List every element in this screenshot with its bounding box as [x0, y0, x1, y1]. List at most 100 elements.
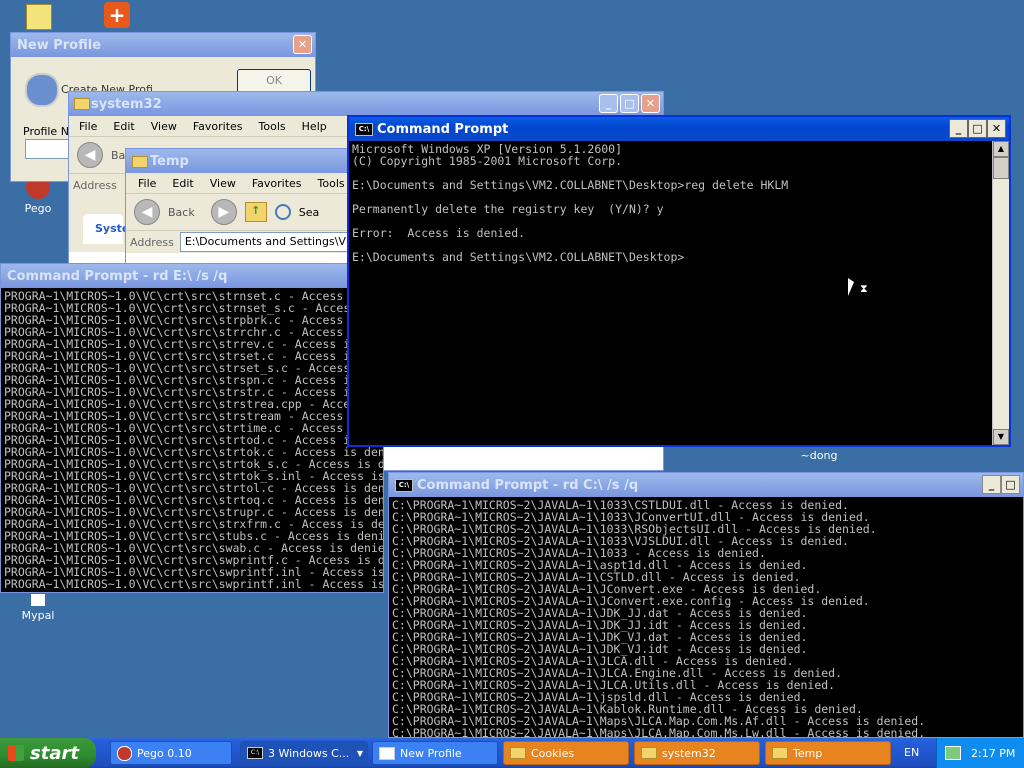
close-icon[interactable]: ✕: [641, 94, 660, 113]
address-label: Address: [73, 178, 117, 192]
desktop-icon-mypal[interactable]: Mypal: [3, 594, 73, 622]
minimize-icon[interactable]: _: [599, 94, 618, 113]
menu-tools[interactable]: Tools: [259, 120, 286, 133]
desktop-icon-label: ~dong: [800, 449, 838, 462]
scroll-up-icon[interactable]: ▲: [993, 141, 1009, 157]
maximize-icon[interactable]: □: [968, 119, 987, 138]
folder-icon: [74, 98, 90, 110]
console-line: Permanently delete the registry key (Y/N…: [352, 202, 664, 216]
minimize-icon[interactable]: _: [949, 119, 968, 138]
minimize-icon[interactable]: _: [982, 475, 1001, 494]
desktop-icon-top1[interactable]: [4, 4, 74, 33]
cmd-rd-c-output: C:\PROGRA~1\MICROS~2\JAVALA~1\1033\CSTLD…: [389, 497, 1023, 737]
desktop-icon-label: Pego: [24, 202, 52, 215]
address-input[interactable]: E:\Documents and Settings\VM: [179, 232, 364, 252]
maximize-icon[interactable]: □: [1001, 475, 1020, 494]
console-icon: C:\: [247, 747, 263, 759]
console-line: E:\Documents and Settings\VM2.COLLABNET\…: [352, 178, 789, 192]
temp-menubar: File Edit View Favorites Tools: [126, 173, 364, 194]
menu-file[interactable]: File: [79, 120, 97, 133]
taskbar-item-label: Cookies: [531, 746, 575, 760]
back-arrow-icon[interactable]: ◀: [77, 142, 103, 168]
cmd-main-window: C:\ Command Prompt _ □ ✕ Microsoft Windo…: [347, 115, 1011, 447]
console-icon: C:\: [355, 123, 373, 136]
window-title: New Profile: [17, 37, 102, 53]
taskbar: start Pego 0.10 C:\ 3 Windows C... ▼ New…: [0, 738, 1024, 768]
menu-view[interactable]: View: [210, 177, 236, 190]
ok-button[interactable]: OK: [237, 69, 311, 93]
temp-toolbar: ◀ Back ▶ ↑ Sea: [126, 194, 364, 231]
window-title: Temp: [150, 153, 189, 169]
menu-edit[interactable]: Edit: [172, 177, 193, 190]
search-icon[interactable]: [274, 204, 291, 220]
document-icon: [26, 4, 52, 30]
chevron-down-icon: ▼: [356, 748, 363, 758]
taskbar-item-pego[interactable]: Pego 0.10: [110, 741, 232, 765]
start-button[interactable]: start: [0, 738, 96, 768]
menu-edit[interactable]: Edit: [113, 120, 134, 133]
network-icon[interactable]: [945, 746, 961, 760]
taskbar-item-system32[interactable]: system32: [634, 741, 760, 765]
scroll-down-icon[interactable]: ▼: [993, 429, 1009, 445]
folder-icon: [641, 747, 657, 759]
taskbar-item-cookies[interactable]: Cookies: [503, 741, 629, 765]
close-icon[interactable]: ✕: [293, 35, 312, 54]
window-title: system32: [91, 96, 162, 112]
cmd-rd-e-output: PROGRA~1\MICROS~1.0\VC\crt\src\strnset.c…: [1, 288, 383, 592]
window-title: Command Prompt - rd E:\ /s /q: [7, 268, 228, 284]
menu-file[interactable]: File: [138, 177, 156, 190]
cmd-main-scrollbar[interactable]: ▲ ▼: [992, 141, 1009, 445]
menu-help[interactable]: Help: [302, 120, 327, 133]
desktop-icon-top2[interactable]: +: [82, 2, 152, 31]
menu-tools[interactable]: Tools: [318, 177, 345, 190]
system-tray: 2:17 PM: [936, 738, 1024, 768]
forward-arrow-icon[interactable]: ▶: [210, 199, 237, 225]
system32-titlebar[interactable]: system32 _ □ ✕: [69, 92, 663, 116]
desktop-icon-label: Mypal: [21, 609, 55, 622]
taskbar-item-new-profile[interactable]: New Profile: [372, 741, 498, 765]
menu-favorites[interactable]: Favorites: [193, 120, 243, 133]
menu-view[interactable]: View: [151, 120, 177, 133]
close-icon[interactable]: ✕: [987, 119, 1006, 138]
temp-titlebar[interactable]: Temp: [126, 149, 364, 173]
system32-task-pane: Syste: [83, 214, 129, 244]
taskbar-item-label: 3 Windows C...: [268, 746, 350, 760]
cmd-rd-e-window: Command Prompt - rd E:\ /s /q PROGRA~1\M…: [0, 263, 384, 593]
taskbar-item-label: Temp: [793, 746, 823, 760]
mypal-icon: [31, 594, 45, 606]
console-line: C:\PROGRA~1\MICROS~2\JAVALA~1\Maps\JLCA.…: [392, 726, 926, 737]
console-line: Error: Access is denied.: [352, 226, 526, 240]
temp-address-row: Address E:\Documents and Settings\VM: [126, 231, 364, 253]
cmd-rd-c-titlebar[interactable]: C:\ Command Prompt - rd C:\ /s /q _ □: [389, 473, 1023, 497]
cmd-rd-c-window: C:\ Command Prompt - rd C:\ /s /q _ □ C:…: [388, 472, 1024, 738]
search-label[interactable]: Sea: [299, 206, 320, 219]
up-folder-icon[interactable]: ↑: [244, 202, 267, 222]
menu-favorites[interactable]: Favorites: [252, 177, 302, 190]
cmd-main-titlebar[interactable]: C:\ Command Prompt _ □ ✕: [349, 117, 1009, 141]
taskbar-item-label: New Profile: [400, 746, 462, 760]
window-title: Command Prompt: [377, 121, 509, 137]
windows-logo-icon: [8, 745, 24, 761]
desktop-icon-dong[interactable]: ~dong: [784, 449, 854, 462]
taskbar-item-windows-group[interactable]: C:\ 3 Windows C... ▼: [240, 741, 368, 765]
back-arrow-icon[interactable]: ◀: [134, 199, 160, 225]
start-label: start: [30, 742, 79, 764]
hourglass-icon: ⧗: [860, 282, 868, 295]
clock[interactable]: 2:17 PM: [971, 747, 1015, 760]
taskbar-item-label: system32: [662, 746, 716, 760]
back-label[interactable]: Back: [168, 206, 195, 219]
scroll-thumb[interactable]: [993, 157, 1009, 179]
folder-icon: [132, 156, 148, 168]
taskbar-item-temp[interactable]: Temp: [765, 741, 891, 765]
cmd-rd-e-titlebar[interactable]: Command Prompt - rd E:\ /s /q: [1, 264, 383, 288]
new-profile-titlebar[interactable]: New Profile ✕: [11, 33, 315, 57]
language-indicator[interactable]: EN: [904, 746, 919, 759]
console-icon: C:\: [395, 479, 413, 492]
pego-icon: [117, 745, 132, 761]
folder-icon: [772, 747, 788, 759]
address-label: Address: [130, 235, 174, 249]
console-line: E:\Documents and Settings\VM2.COLLABNET\…: [352, 250, 685, 264]
maximize-icon[interactable]: □: [620, 94, 639, 113]
window-icon: [379, 746, 395, 760]
busy-cursor-icon: [848, 278, 854, 296]
